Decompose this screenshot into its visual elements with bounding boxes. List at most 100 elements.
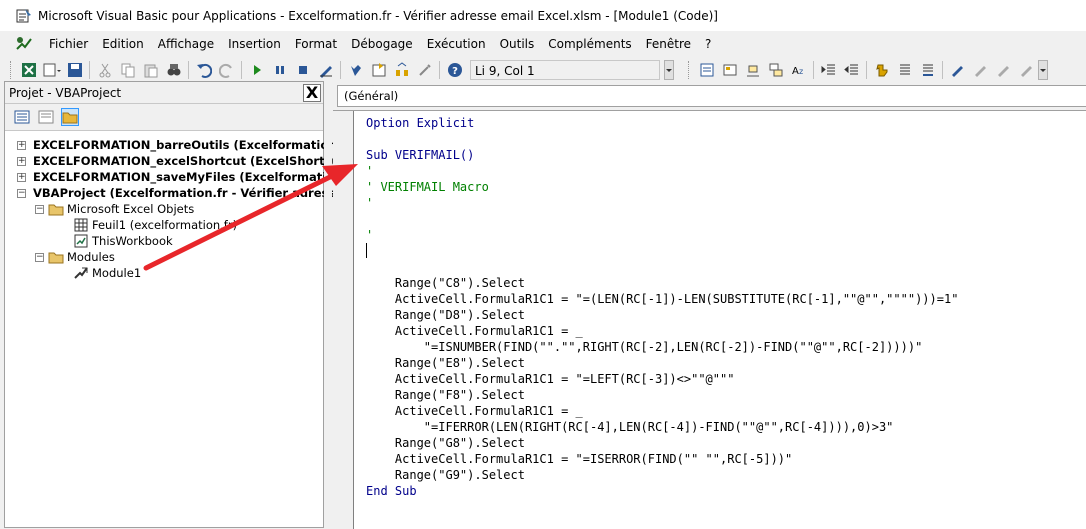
menu-bar: Fichier Edition Affichage Insertion Form…	[0, 31, 1086, 56]
toggle-breakpoint-icon[interactable]	[873, 61, 891, 79]
menu-debogage[interactable]: Débogage	[344, 37, 420, 51]
menu-insertion[interactable]: Insertion	[221, 37, 288, 51]
tree-item[interactable]: Feuil1 (excelformation.fr)	[5, 217, 323, 233]
tree-item-label: ThisWorkbook	[92, 234, 173, 248]
previous-bookmark-icon[interactable]	[995, 61, 1013, 79]
list-properties-icon[interactable]	[698, 61, 716, 79]
toolbar-options-button[interactable]	[664, 60, 674, 80]
menu-fichier[interactable]: Fichier	[42, 37, 95, 51]
toolbar-separator	[89, 61, 90, 79]
vba-menu-icon[interactable]	[14, 35, 34, 53]
stop-icon[interactable]	[294, 61, 312, 79]
collapse-icon[interactable]: −	[35, 204, 44, 214]
redo-icon[interactable]	[218, 61, 236, 79]
menu-complements[interactable]: Compléments	[541, 37, 638, 51]
module-icon	[74, 267, 88, 279]
window-title: Microsoft Visual Basic pour Applications…	[38, 8, 718, 23]
toolbar-grip[interactable]	[688, 61, 692, 79]
properties-icon[interactable]	[370, 61, 388, 79]
complete-word-icon[interactable]: Az	[790, 61, 808, 79]
expand-icon[interactable]: +	[17, 172, 26, 182]
tree-item[interactable]: + EXCELFORMATION_excelShortcut (ExcelSho…	[5, 153, 345, 169]
tree-item[interactable]: − VBAProject (Excelformation.fr - Vérifi…	[5, 185, 343, 201]
expand-icon[interactable]: +	[17, 156, 26, 166]
tree-item[interactable]: ThisWorkbook	[5, 233, 323, 249]
tree-item[interactable]: − Microsoft Excel Objets	[5, 201, 323, 217]
collapse-icon[interactable]: −	[17, 188, 26, 198]
project-explorer-toolbar	[5, 104, 323, 131]
collapse-icon[interactable]: −	[35, 252, 44, 262]
uncomment-block-icon[interactable]	[919, 61, 937, 79]
toolbar-grip[interactable]	[10, 61, 14, 79]
tree-item-label: Module1	[92, 266, 142, 280]
toolbar-options-button[interactable]	[1038, 60, 1048, 80]
menu-help[interactable]: ?	[698, 37, 718, 51]
toolbar-separator	[866, 61, 867, 79]
copy-icon[interactable]	[119, 61, 137, 79]
tree-item[interactable]: + EXCELFORMATION_saveMyFiles (Excelforma…	[5, 169, 352, 185]
toolbox-icon[interactable]	[416, 61, 434, 79]
object-browser-icon[interactable]	[393, 61, 411, 79]
list-constants-icon[interactable]	[721, 61, 739, 79]
worksheet-icon	[74, 218, 88, 232]
toolbar-separator	[439, 61, 440, 79]
design-mode-icon[interactable]	[317, 61, 335, 79]
comment-block-icon[interactable]	[896, 61, 914, 79]
next-bookmark-icon[interactable]	[972, 61, 990, 79]
view-code-icon[interactable]	[13, 108, 31, 126]
outdent-icon[interactable]	[843, 61, 861, 79]
paste-icon[interactable]	[142, 61, 160, 79]
code-line: Range("G9").Select	[366, 468, 525, 482]
project-explorer-icon[interactable]	[347, 61, 365, 79]
menu-affichage[interactable]: Affichage	[151, 37, 221, 51]
tree-item-label: Microsoft Excel Objets	[67, 202, 195, 216]
toggle-folders-icon[interactable]	[61, 108, 79, 126]
code-line: End Sub	[366, 484, 417, 498]
help-icon[interactable]: ?	[446, 61, 464, 79]
text-cursor	[366, 243, 367, 258]
excel-view-icon[interactable]	[20, 61, 38, 79]
code-line: "=ISNUMBER(FIND(""."",RIGHT(RC[-2],LEN(R…	[366, 340, 923, 354]
code-text[interactable]: Option Explicit Sub VERIFMAIL() ' ' VERI…	[366, 115, 958, 499]
project-explorer-header: Projet - VBAProject X	[5, 82, 323, 104]
tree-item-module1[interactable]: Module1	[5, 265, 323, 281]
tree-item[interactable]: + EXCELFORMATION_barreOutils (Excelforma…	[5, 137, 346, 153]
expand-icon[interactable]: +	[17, 140, 26, 150]
toolbar-separator	[241, 61, 242, 79]
project-tree: + EXCELFORMATION_barreOutils (Excelforma…	[5, 131, 352, 281]
clear-bookmarks-icon[interactable]	[1018, 61, 1036, 79]
code-line: ActiveCell.FormulaR1C1 = "=ISERROR(FIND(…	[366, 452, 793, 466]
run-icon[interactable]	[248, 61, 266, 79]
quick-info-icon[interactable]	[744, 61, 762, 79]
code-line: Sub VERIFMAIL()	[366, 148, 475, 162]
menu-execution[interactable]: Exécution	[420, 37, 493, 51]
find-icon[interactable]	[165, 61, 183, 79]
tree-item-label: VBAProject (Excelformation.fr - Vérifier…	[33, 186, 344, 200]
code-margin[interactable]	[333, 111, 354, 529]
workbook-icon	[74, 234, 88, 248]
parameter-info-icon[interactable]	[767, 61, 785, 79]
cut-icon[interactable]	[96, 61, 114, 79]
title-bar: Microsoft Visual Basic pour Applications…	[0, 0, 1086, 31]
pause-icon[interactable]	[271, 61, 289, 79]
menu-fenetre[interactable]: Fenêtre	[639, 37, 698, 51]
menu-outils[interactable]: Outils	[493, 37, 542, 51]
insert-module-icon[interactable]	[43, 61, 61, 79]
code-line: ActiveCell.FormulaR1C1 = _	[366, 324, 583, 338]
pane-splitter[interactable]	[324, 81, 332, 528]
save-icon[interactable]	[66, 61, 84, 79]
toggle-bookmark-icon[interactable]	[949, 61, 967, 79]
tree-item[interactable]: − Modules	[5, 249, 323, 265]
menu-edition[interactable]: Edition	[95, 37, 151, 51]
code-editor[interactable]: Option Explicit Sub VERIFMAIL() ' ' VERI…	[333, 110, 1086, 529]
code-line: Range("G8").Select	[366, 436, 525, 450]
view-object-icon[interactable]	[37, 108, 55, 126]
indent-icon[interactable]	[820, 61, 838, 79]
project-explorer-title: Projet - VBAProject	[9, 85, 122, 100]
close-button[interactable]: X	[303, 83, 321, 102]
undo-icon[interactable]	[195, 61, 213, 79]
vba-app-icon	[16, 8, 31, 22]
object-combo[interactable]: (Général)	[337, 85, 1086, 107]
toolbar-separator	[813, 61, 814, 79]
menu-format[interactable]: Format	[288, 37, 344, 51]
